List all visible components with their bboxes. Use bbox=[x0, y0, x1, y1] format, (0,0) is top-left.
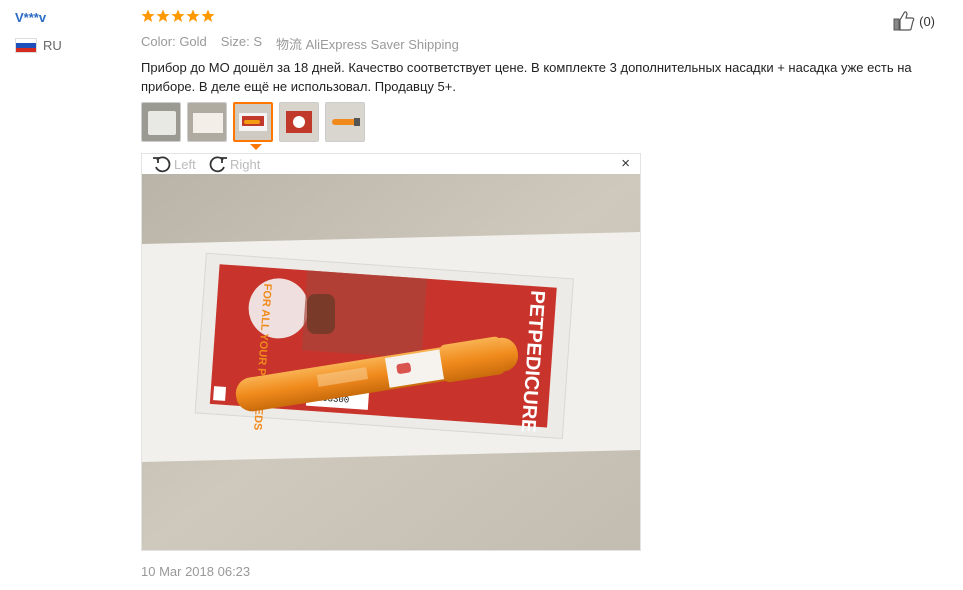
rotate-left-button[interactable]: Left bbox=[152, 155, 196, 173]
rotate-left-icon bbox=[153, 156, 171, 173]
viewer-toolbar: Left Right × bbox=[142, 154, 640, 174]
close-viewer-button[interactable]: × bbox=[621, 156, 630, 172]
reviewer-country: RU bbox=[15, 38, 62, 53]
color-value: Gold bbox=[179, 34, 207, 49]
star-icon bbox=[171, 9, 185, 22]
photo-thumbnail-active[interactable] bbox=[233, 102, 273, 142]
thumbs-up-icon bbox=[893, 11, 915, 31]
star-icon bbox=[141, 9, 155, 22]
shipping-label: 物流 bbox=[275, 37, 302, 52]
photo-viewer: Left Right × PETPEDICURE FOR ALL YOUR PE… bbox=[141, 153, 641, 551]
photo-thumbnail[interactable] bbox=[325, 102, 365, 142]
country-code: RU bbox=[43, 38, 62, 53]
color-label: Color: bbox=[141, 34, 176, 49]
reviewer-name[interactable]: V***v bbox=[15, 10, 46, 25]
size-value: S bbox=[253, 34, 262, 49]
helpful-count: (0) bbox=[919, 13, 935, 29]
rotate-left-label: Left bbox=[174, 156, 196, 172]
rotate-right-icon bbox=[209, 156, 227, 173]
photo-thumbnails bbox=[141, 102, 365, 142]
active-thumbnail-pointer bbox=[250, 144, 262, 150]
rotate-right-label: Right bbox=[230, 156, 261, 172]
photo-thumbnail[interactable] bbox=[141, 102, 181, 142]
star-icon bbox=[201, 9, 215, 22]
order-meta: Color: Gold Size: S 物流 AliExpress Saver … bbox=[141, 34, 459, 53]
star-icon bbox=[156, 9, 170, 22]
helpful-button[interactable]: (0) bbox=[893, 11, 935, 31]
star-icon bbox=[186, 9, 200, 22]
size-label: Size: bbox=[220, 34, 250, 49]
photo-thumbnail[interactable] bbox=[279, 102, 319, 142]
shipping-value: AliExpress Saver Shipping bbox=[305, 37, 459, 52]
rotate-right-button[interactable]: Right bbox=[208, 155, 260, 173]
review-text: Прибор до МО дошёл за 18 дней. Качество … bbox=[141, 60, 912, 94]
photo-thumbnail[interactable] bbox=[187, 102, 227, 142]
star-rating bbox=[141, 9, 215, 23]
product-photo: PETPEDICURE FOR ALL YOUR PET NEEDS 21033… bbox=[142, 174, 640, 550]
review-date: 10 Mar 2018 06:23 bbox=[141, 564, 251, 579]
russia-flag-icon bbox=[15, 38, 37, 53]
